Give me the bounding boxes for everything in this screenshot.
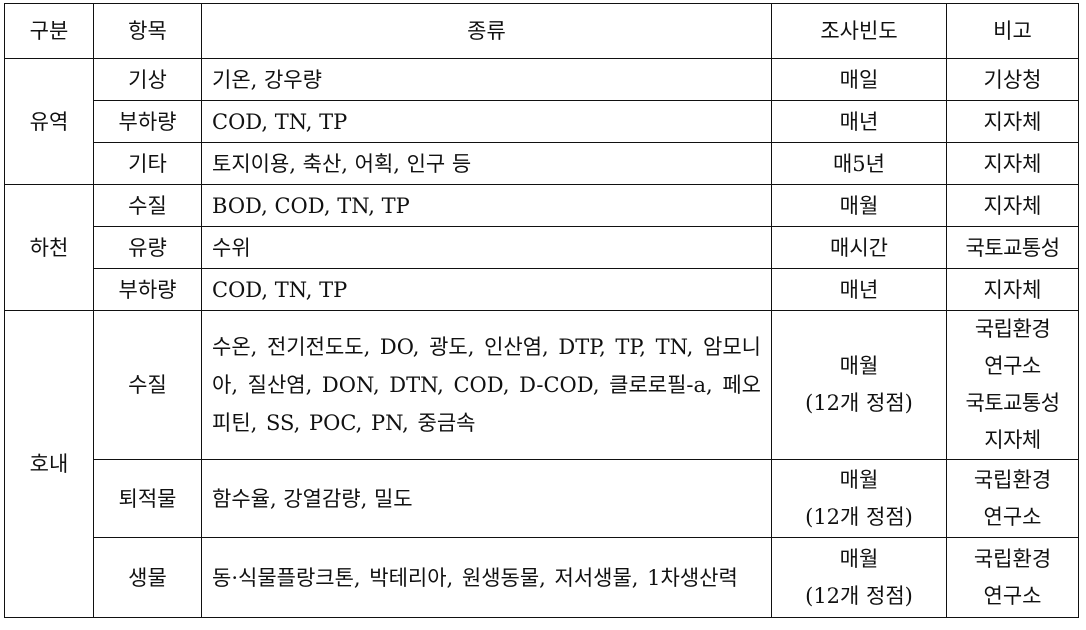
table-row: 부하량 COD, TN, TP 매년 지자체 — [5, 100, 1079, 143]
note-line: 지자체 — [984, 428, 1041, 452]
item-cell: 부하량 — [93, 268, 202, 311]
item-cell: 수질 — [93, 310, 202, 460]
item-cell: 수질 — [93, 184, 202, 227]
frequency-line: (12개 정점) — [805, 504, 913, 529]
types-cell: COD, TN, TP — [201, 268, 772, 311]
frequency-cell: 매월 (12개 정점) — [771, 537, 947, 618]
category-cell: 유역 — [4, 58, 94, 185]
note-line: 국립환경 — [973, 467, 1052, 492]
types-cell: BOD, COD, TN, TP — [201, 184, 772, 227]
frequency-line: (12개 정점) — [805, 391, 913, 415]
header-category: 구분 — [4, 3, 94, 59]
item-cell: 기상 — [93, 58, 202, 101]
table-row: 부하량 COD, TN, TP 매년 지자체 — [5, 268, 1079, 311]
types-cell: 함수율, 강열감량, 밀도 — [201, 459, 772, 538]
frequency-cell: 매시간 — [771, 226, 947, 269]
frequency-cell: 매월 (12개 정점) — [771, 459, 947, 538]
note-line: 연구소 — [984, 354, 1041, 378]
item-cell: 부하량 — [93, 100, 202, 143]
frequency-cell: 매월 — [771, 184, 947, 227]
note-cell: 국립환경 연구소 국토교통성 지자체 — [946, 310, 1079, 460]
header-note: 비고 — [946, 3, 1079, 59]
note-line: 연구소 — [983, 504, 1042, 529]
types-cell: 동·식물플랑크톤, 박테리아, 원생동물, 저서생물, 1차생산력 — [201, 537, 772, 618]
types-cell: 수온, 전기전도도, DO, 광도, 인산염, DTP, TP, TN, 암모니… — [201, 310, 772, 460]
types-cell: COD, TN, TP — [201, 100, 772, 143]
table-row: 유량 수위 매시간 국토교통성 — [5, 226, 1079, 269]
table-row: 호내 수질 수온, 전기전도도, DO, 광도, 인산염, DTP, TP, T… — [4, 310, 1079, 618]
item-cell: 유량 — [93, 226, 202, 269]
frequency-cell: 매일 — [771, 58, 947, 101]
note-cell: 국토교통성 — [946, 226, 1079, 269]
table-row: 기타 토지이용, 축산, 어획, 인구 등 매5년 지자체 — [5, 142, 1079, 185]
frequency-line: 매월 — [839, 467, 879, 492]
frequency-cell: 매5년 — [771, 142, 947, 185]
note-line: 국토교통성 — [965, 391, 1060, 415]
note-line: 국립환경 — [973, 546, 1052, 571]
table-row: 퇴적물 함수율, 강열감량, 밀도 매월 (12개 정점) 국립환경 연구소 — [5, 459, 1079, 538]
survey-table: 구분 항목 종류 조사빈도 비고 유역 기상 기온, 강우량 매일 기상청 부하… — [4, 3, 1079, 618]
table-row: 하천 수질 BOD, COD, TN, TP 매월 지자체 — [4, 184, 1079, 311]
types-cell: 수위 — [201, 226, 772, 269]
note-cell: 지자체 — [946, 100, 1079, 143]
table-header-row: 구분 항목 종류 조사빈도 비고 — [4, 3, 1079, 59]
table-row: 유역 기상 기온, 강우량 매일 기상청 — [4, 58, 1079, 185]
item-cell: 기타 — [93, 142, 202, 185]
note-cell: 지자체 — [946, 184, 1079, 227]
header-item: 항목 — [93, 3, 202, 59]
header-types: 종류 — [201, 3, 772, 59]
note-cell: 지자체 — [946, 142, 1079, 185]
note-cell: 국립환경 연구소 — [946, 459, 1079, 538]
frequency-line: 매월 — [839, 546, 879, 571]
note-cell: 지자체 — [946, 268, 1079, 311]
note-line: 국립환경 — [974, 317, 1051, 341]
category-cell: 호내 — [4, 310, 94, 618]
table-row: 생물 동·식물플랑크톤, 박테리아, 원생동물, 저서생물, 1차생산력 매월 … — [5, 537, 1079, 618]
frequency-cell: 매월 (12개 정점) — [771, 310, 947, 460]
item-cell: 퇴적물 — [93, 459, 202, 538]
frequency-cell: 매년 — [771, 100, 947, 143]
types-cell: 기온, 강우량 — [201, 58, 772, 101]
frequency-line: 매월 — [839, 354, 879, 378]
types-cell: 토지이용, 축산, 어획, 인구 등 — [201, 142, 772, 185]
header-frequency: 조사빈도 — [771, 3, 947, 59]
note-cell: 기상청 — [946, 58, 1079, 101]
item-cell: 생물 — [93, 537, 202, 618]
category-cell: 하천 — [4, 184, 94, 311]
frequency-line: (12개 정점) — [805, 583, 913, 608]
frequency-cell: 매년 — [771, 268, 947, 311]
note-line: 연구소 — [983, 583, 1042, 608]
note-cell: 국립환경 연구소 — [946, 537, 1079, 618]
